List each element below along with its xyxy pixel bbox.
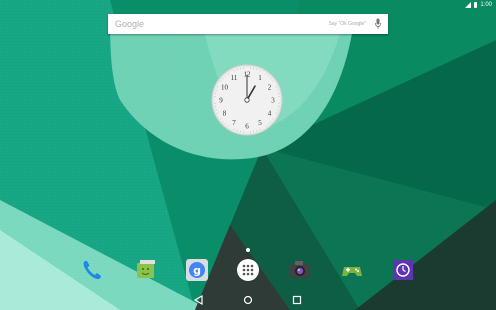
battery-icon [474,1,478,8]
clock-numeral: 6 [245,123,249,131]
status-time: 1:00 [480,1,492,8]
phone-app[interactable] [80,258,104,282]
google-g-icon: g [186,259,208,281]
camera-app[interactable] [288,258,312,282]
clock-numeral: 2 [268,84,272,92]
google-app[interactable]: g [185,258,209,282]
clock-numeral: 9 [219,97,223,105]
gamepad-icon [342,267,362,276]
clock-numeral: 5 [258,119,262,127]
clock-numeral: 11 [231,74,238,82]
apps-grid-icon [237,259,259,281]
google-search-bar[interactable]: Google Say "Ok Google" [108,14,388,34]
play-games-app[interactable] [340,258,364,282]
analog-clock-widget[interactable]: 12 1234567891011 [211,64,283,136]
messenger-app[interactable] [134,258,158,282]
home-screen: 1:00 Google Say "Ok Google" 12 1 2 3 4 5 6 7 8 9 1… [0,0,496,310]
search-brand-label: Google [115,19,145,29]
signal-icon [465,1,472,8]
microphone-icon[interactable] [375,18,381,30]
clock-numeral: 8 [223,110,227,118]
clock-numeral: 3 [271,97,275,105]
home-icon[interactable] [242,294,254,306]
app-drawer[interactable] [236,258,260,282]
phone-icon [83,261,101,280]
clock-numeral: 1 [258,74,262,82]
svg-text:g: g [193,264,201,277]
clock-icon [393,260,413,280]
page-indicator-dot [246,248,250,252]
clock-numeral: 4 [268,110,272,118]
voice-hint: Say "Ok Google" [328,21,366,27]
clock-numeral: 7 [232,119,236,127]
back-icon[interactable] [193,294,205,306]
camera-icon [290,261,310,278]
messenger-icon [137,260,155,278]
recents-icon[interactable] [291,294,303,306]
status-bar: 1:00 [0,0,496,9]
clock-app[interactable] [391,258,415,282]
clock-numeral: 10 [221,84,229,92]
